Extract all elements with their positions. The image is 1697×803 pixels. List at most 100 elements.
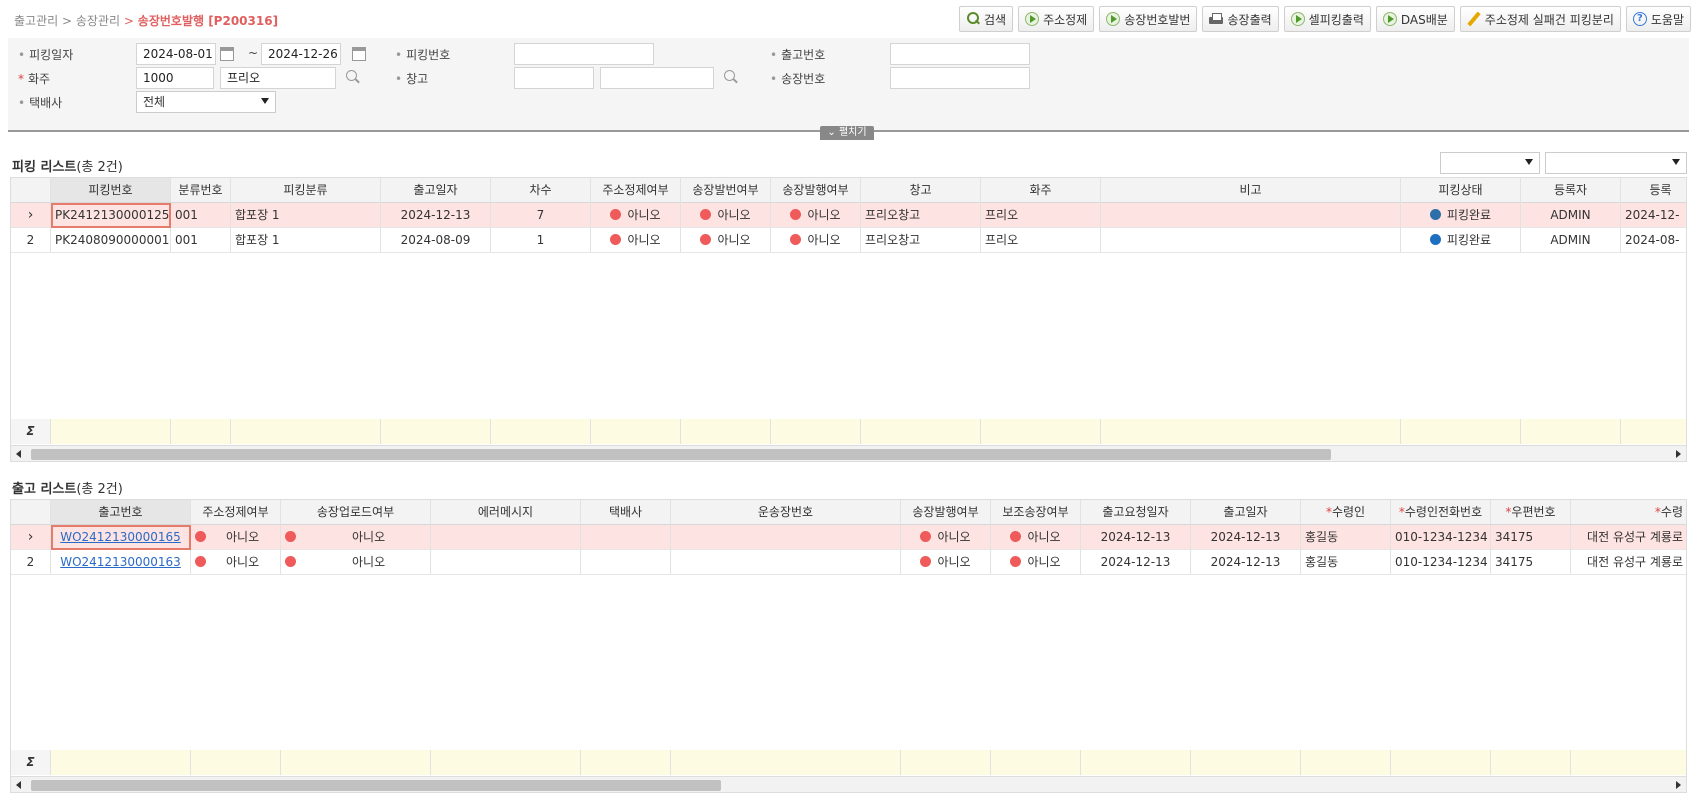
table-row[interactable]: › PK2412130000125 001 합포장 1 2024-12-13 7… [11, 203, 1686, 228]
cell-address[interactable]: 대전 유성구 계룡로 [1571, 525, 1686, 550]
cell-picking-no[interactable]: PK2412130000125 [51, 203, 171, 228]
col-header[interactable]: 송장업로드여부 [281, 500, 431, 525]
row-number[interactable]: 2 [11, 228, 51, 253]
cell-inv-print[interactable]: 아니오 [771, 203, 861, 228]
picking-no-input[interactable] [514, 43, 654, 65]
cell-phone[interactable]: 010-1234-1234 [1391, 550, 1491, 575]
col-header[interactable]: 출고일자 [381, 178, 491, 203]
carrier-select[interactable]: 전체 [136, 91, 276, 113]
das-distribute-button[interactable]: DAS배분 [1375, 6, 1455, 32]
cell-inv-print[interactable]: 아니오 [901, 525, 991, 550]
split-failed-button[interactable]: 주소정제 실패건 피킹분리 [1459, 6, 1621, 32]
cell-req-date[interactable]: 2024-12-13 [1081, 525, 1191, 550]
cell-picking-class[interactable]: 합포장 1 [231, 228, 381, 253]
col-header[interactable]: 출고일자 [1191, 500, 1301, 525]
col-header[interactable]: 피킹번호 [51, 178, 171, 203]
cell-picking-class[interactable]: 합포장 1 [231, 203, 381, 228]
table-row[interactable]: 2 PK2408090000001 001 합포장 1 2024-08-09 1… [11, 228, 1686, 253]
scroll-left-icon[interactable] [16, 450, 21, 458]
cell-picking-print-button[interactable]: 셀피킹출력 [1283, 6, 1371, 32]
date-from-input[interactable]: 2024-08-01 [136, 43, 216, 65]
date-to-input[interactable]: 2024-12-26 [261, 43, 341, 65]
invoice-no-input[interactable] [890, 67, 1030, 89]
scroll-thumb[interactable] [31, 780, 721, 791]
cell-warehouse[interactable]: 프리오창고 [861, 228, 981, 253]
cell-inv-issue[interactable]: 아니오 [681, 203, 771, 228]
cell-inv-upload[interactable]: 아니오 [281, 525, 431, 550]
col-header[interactable]: 등록 [1621, 178, 1686, 203]
cell-addr-clean[interactable]: 아니오 [191, 550, 281, 575]
scroll-thumb[interactable] [31, 449, 1331, 460]
breadcrumb-level1[interactable]: 출고관리 [14, 14, 58, 28]
cell-out-date[interactable]: 2024-08-09 [381, 228, 491, 253]
cell-zip[interactable]: 34175 [1491, 550, 1571, 575]
cell-phone[interactable]: 010-1234-1234 [1391, 525, 1491, 550]
cell-class-no[interactable]: 001 [171, 228, 231, 253]
row-indicator[interactable]: › [11, 203, 51, 228]
cell-inv-upload[interactable]: 아니오 [281, 550, 431, 575]
warehouse-name-input[interactable] [600, 67, 714, 89]
col-header[interactable]: *수령인 [1301, 500, 1391, 525]
col-header[interactable]: *수령인전화번호 [1391, 500, 1491, 525]
cell-error-msg[interactable] [431, 525, 581, 550]
cell-inv-print[interactable]: 아니오 [901, 550, 991, 575]
owner-name-input[interactable]: 프리오 [220, 67, 336, 89]
col-header[interactable]: 송장발번여부 [681, 178, 771, 203]
cell-addr-clean[interactable]: 아니오 [591, 228, 681, 253]
cell-reg-date[interactable]: 2024-12- [1621, 203, 1686, 228]
breadcrumb-level2[interactable]: 송장관리 [76, 14, 120, 28]
picking-grid-select-1[interactable] [1440, 152, 1540, 174]
scroll-right-icon[interactable] [1676, 781, 1681, 789]
address-clean-button[interactable]: 주소정제 [1018, 6, 1095, 32]
col-header[interactable]: 에러메시지 [431, 500, 581, 525]
search-icon[interactable] [345, 69, 361, 85]
cell-waybill[interactable] [671, 525, 901, 550]
cell-addr-clean[interactable]: 아니오 [191, 525, 281, 550]
scroll-right-icon[interactable] [1676, 450, 1681, 458]
col-header[interactable]: 출고번호 [51, 500, 191, 525]
cell-error-msg[interactable] [431, 550, 581, 575]
warehouse-code-input[interactable] [514, 67, 594, 89]
cell-receiver[interactable]: 홍길동 [1301, 550, 1391, 575]
help-button[interactable]: ? 도움말 [1625, 6, 1691, 32]
col-header[interactable]: *수령 [1571, 500, 1686, 525]
cell-zip[interactable]: 34175 [1491, 525, 1571, 550]
cell-picking-no[interactable]: PK2408090000001 [51, 228, 171, 253]
col-header[interactable]: 송장발행여부 [901, 500, 991, 525]
col-header[interactable]: 주소정제여부 [591, 178, 681, 203]
table-row[interactable]: 2 WO2412130000163 아니오 아니오 아니오 아니오 2024-1… [11, 550, 1686, 575]
col-header[interactable]: 피킹상태 [1401, 178, 1521, 203]
cell-carrier[interactable] [581, 525, 671, 550]
out-no-link[interactable]: WO2412130000165 [60, 530, 181, 544]
col-header[interactable]: 화주 [981, 178, 1101, 203]
cell-sub-inv[interactable]: 아니오 [991, 525, 1081, 550]
cell-reg-date[interactable]: 2024-08- [1621, 228, 1686, 253]
col-header[interactable]: 차수 [491, 178, 591, 203]
out-no-link[interactable]: WO2412130000163 [60, 555, 181, 569]
cell-sub-inv[interactable]: 아니오 [991, 550, 1081, 575]
col-header[interactable]: 분류번호 [171, 178, 231, 203]
table-row[interactable]: › WO2412130000165 아니오 아니오 아니오 아니오 2024-1… [11, 525, 1686, 550]
col-header[interactable]: 비고 [1101, 178, 1401, 203]
col-header[interactable]: *우편번호 [1491, 500, 1571, 525]
horizontal-scrollbar[interactable] [11, 445, 1686, 461]
row-number[interactable]: 2 [11, 550, 51, 575]
cell-addr-clean[interactable]: 아니오 [591, 203, 681, 228]
cell-address[interactable]: 대전 유성구 계룡로 [1571, 550, 1686, 575]
cell-status[interactable]: 피킹완료 [1401, 228, 1521, 253]
expand-toggle[interactable]: ⌄ 펼치기 [820, 126, 874, 140]
invoice-issue-button[interactable]: 송장번호발번 [1099, 6, 1198, 32]
cell-reg-user[interactable]: ADMIN [1521, 203, 1621, 228]
cell-seq[interactable]: 7 [491, 203, 591, 228]
cell-waybill[interactable] [671, 550, 901, 575]
col-header[interactable]: 운송장번호 [671, 500, 901, 525]
col-header[interactable]: 송장발행여부 [771, 178, 861, 203]
row-indicator[interactable]: › [11, 525, 51, 550]
cell-status[interactable]: 피킹완료 [1401, 203, 1521, 228]
cell-owner[interactable]: 프리오 [981, 228, 1101, 253]
calendar-icon[interactable] [220, 47, 234, 61]
horizontal-scrollbar[interactable] [11, 776, 1686, 792]
col-header[interactable]: 등록자 [1521, 178, 1621, 203]
search-button[interactable]: 검색 [958, 6, 1014, 32]
cell-receiver[interactable]: 홍길동 [1301, 525, 1391, 550]
